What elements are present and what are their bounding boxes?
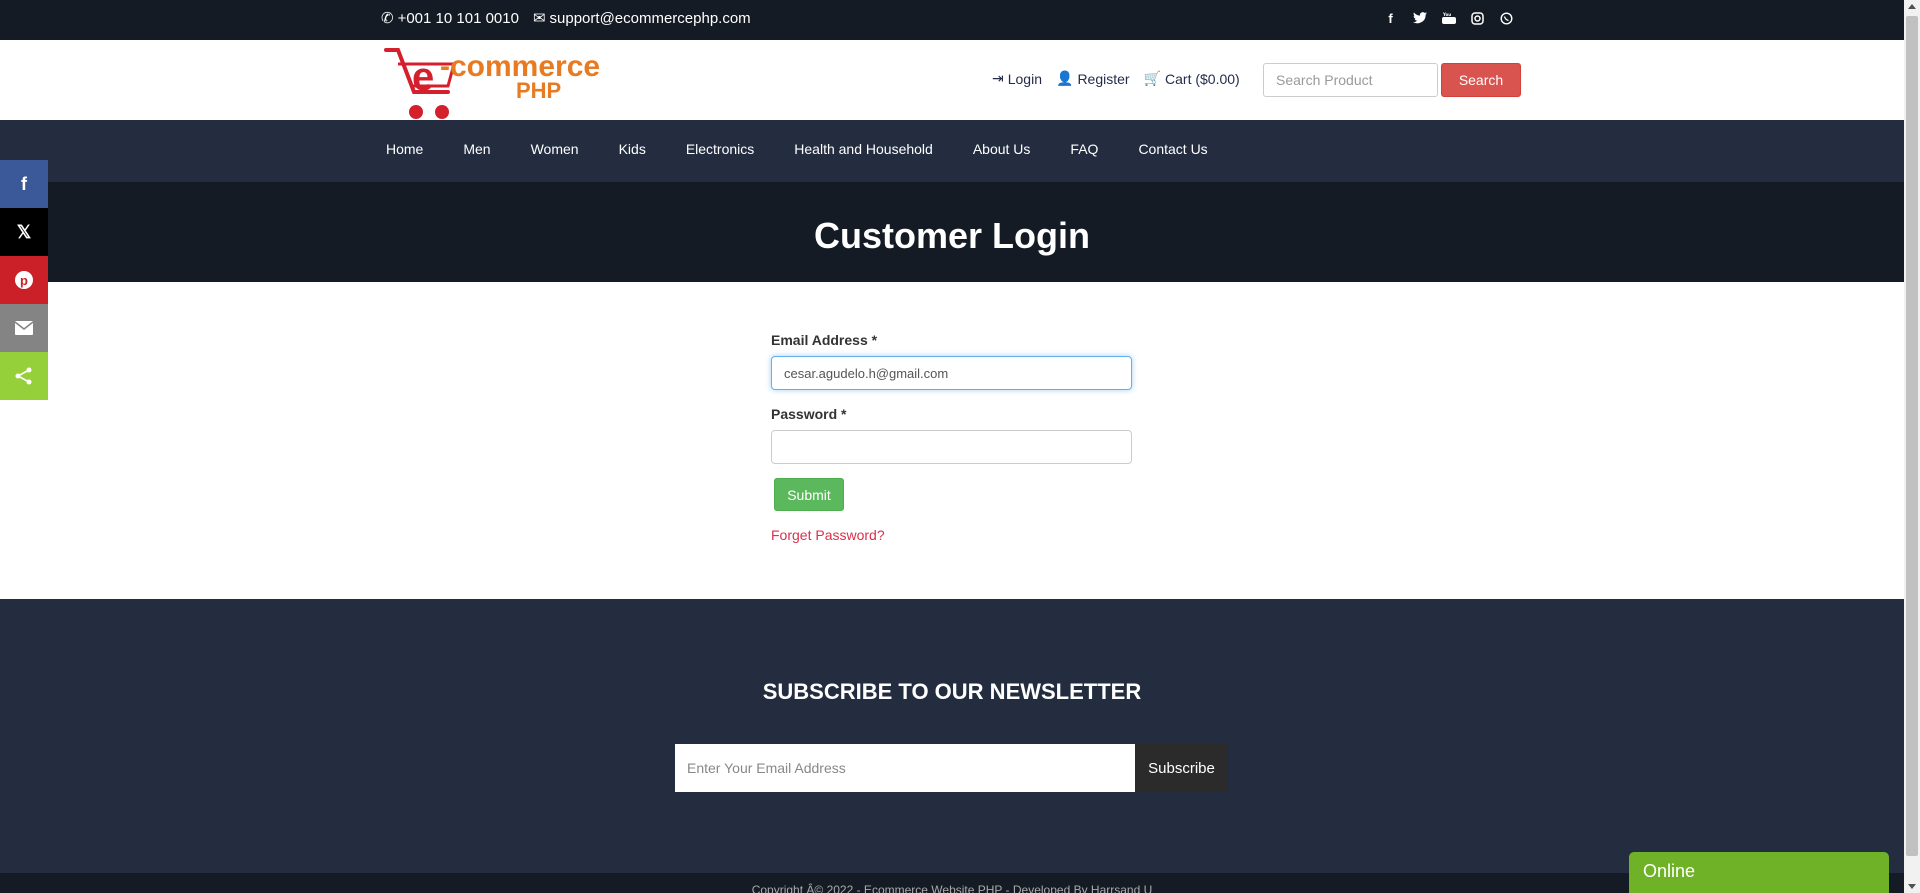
- login-link[interactable]: ⇥ Login: [992, 70, 1042, 87]
- logo-e: e: [412, 55, 434, 99]
- submit-button[interactable]: Submit: [774, 478, 844, 511]
- site-logo[interactable]: e -commerce PHP: [384, 42, 640, 120]
- email-field[interactable]: [771, 356, 1132, 390]
- nav-item-about-us[interactable]: About Us: [973, 141, 1031, 157]
- nav-item-kids[interactable]: Kids: [619, 141, 646, 157]
- chat-widget[interactable]: Online: [1629, 852, 1889, 893]
- search-input[interactable]: [1263, 63, 1438, 97]
- page-title: Customer Login: [814, 215, 1090, 256]
- email-label: Email Address *: [771, 332, 878, 348]
- page-scrollbar[interactable]: [1904, 0, 1920, 893]
- whatsapp-icon[interactable]: [1499, 9, 1514, 27]
- envelope-icon: ✉: [532, 10, 546, 27]
- contact-info: ✆ +001 10 101 0010 ✉ support@ecommerceph…: [381, 9, 751, 28]
- nav-item-health-household[interactable]: Health and Household: [794, 141, 933, 157]
- social-links: f You: [1383, 9, 1514, 27]
- chat-status: Online: [1643, 861, 1696, 881]
- subscribe-button[interactable]: Subscribe: [1135, 744, 1228, 792]
- page-banner: Customer Login: [0, 182, 1904, 282]
- newsletter-email-input[interactable]: [675, 744, 1135, 792]
- youtube-icon[interactable]: You: [1441, 9, 1456, 27]
- email-icon: [14, 321, 34, 335]
- site-header: e -commerce PHP ⇥ Login 👤 Register 🛒 Car…: [0, 40, 1904, 120]
- newsletter-title: SUBSCRIBE TO OUR NEWSLETTER: [762, 679, 1142, 704]
- share-button[interactable]: [0, 352, 48, 400]
- facebook-icon[interactable]: f: [1383, 9, 1398, 27]
- cart-label: Cart ($0.00): [1165, 70, 1240, 87]
- top-bar: ✆ +001 10 101 0010 ✉ support@ecommerceph…: [0, 0, 1904, 40]
- svg-text:p: p: [20, 273, 28, 288]
- pinterest-icon: p: [15, 271, 33, 289]
- user-links: ⇥ Login 👤 Register 🛒 Cart ($0.00): [992, 70, 1240, 87]
- nav-item-faq[interactable]: FAQ: [1070, 141, 1098, 157]
- email-share-button[interactable]: [0, 304, 48, 352]
- share-bar: f 𝕏 p: [0, 160, 48, 400]
- register-label: Register: [1077, 70, 1130, 87]
- forget-password-link[interactable]: Forget Password?: [771, 527, 1132, 543]
- nav-item-electronics[interactable]: Electronics: [686, 141, 754, 157]
- pinterest-share-button[interactable]: p: [0, 256, 48, 304]
- share-icon: [15, 367, 32, 385]
- phone-contact: ✆ +001 10 101 0010: [381, 9, 519, 28]
- sign-in-icon: ⇥: [992, 70, 1004, 86]
- login-label: Login: [1007, 70, 1042, 87]
- password-label: Password *: [771, 406, 847, 422]
- facebook-share-button[interactable]: f: [0, 160, 48, 208]
- cart-icon: 🛒: [1143, 70, 1162, 86]
- support-email: support@ecommercephp.com: [549, 9, 751, 27]
- newsletter-section: SUBSCRIBE TO OUR NEWSLETTER Subscribe: [0, 599, 1904, 873]
- scrollbar-thumb[interactable]: [1906, 16, 1918, 856]
- main-nav: Home Men Women Kids Electronics Health a…: [0, 120, 1904, 182]
- svg-text:You: You: [1442, 12, 1451, 17]
- phone-number: +001 10 101 0010: [397, 9, 519, 27]
- x-icon: 𝕏: [16, 221, 32, 242]
- register-link[interactable]: 👤 Register: [1056, 70, 1130, 87]
- email-contact: ✉ support@ecommercephp.com: [532, 9, 751, 28]
- scroll-down-arrow-icon[interactable]: [1908, 884, 1916, 889]
- instagram-icon[interactable]: [1470, 9, 1485, 27]
- phone-icon: ✆: [381, 10, 394, 27]
- twitter-icon[interactable]: [1412, 9, 1427, 27]
- cart-link[interactable]: 🛒 Cart ($0.00): [1144, 70, 1240, 87]
- x-share-button[interactable]: 𝕏: [0, 208, 48, 256]
- login-form: Email Address * Password * Submit Forget…: [771, 330, 1132, 543]
- footer: Copyright Â© 2022 - Ecommerce Website PH…: [0, 873, 1904, 893]
- user-plus-icon: 👤: [1056, 70, 1074, 86]
- nav-item-home[interactable]: Home: [386, 141, 423, 157]
- nav-item-men[interactable]: Men: [463, 141, 490, 157]
- copyright-text: Copyright Â© 2022 - Ecommerce Website PH…: [751, 883, 1153, 893]
- nav-item-contact-us[interactable]: Contact Us: [1138, 141, 1207, 157]
- facebook-icon: f: [21, 173, 27, 194]
- logo-sub-text: PHP: [516, 78, 561, 103]
- scroll-up-arrow-icon[interactable]: [1908, 4, 1916, 9]
- nav-item-women[interactable]: Women: [531, 141, 579, 157]
- password-field[interactable]: [771, 430, 1132, 464]
- search-button[interactable]: Search: [1441, 63, 1521, 97]
